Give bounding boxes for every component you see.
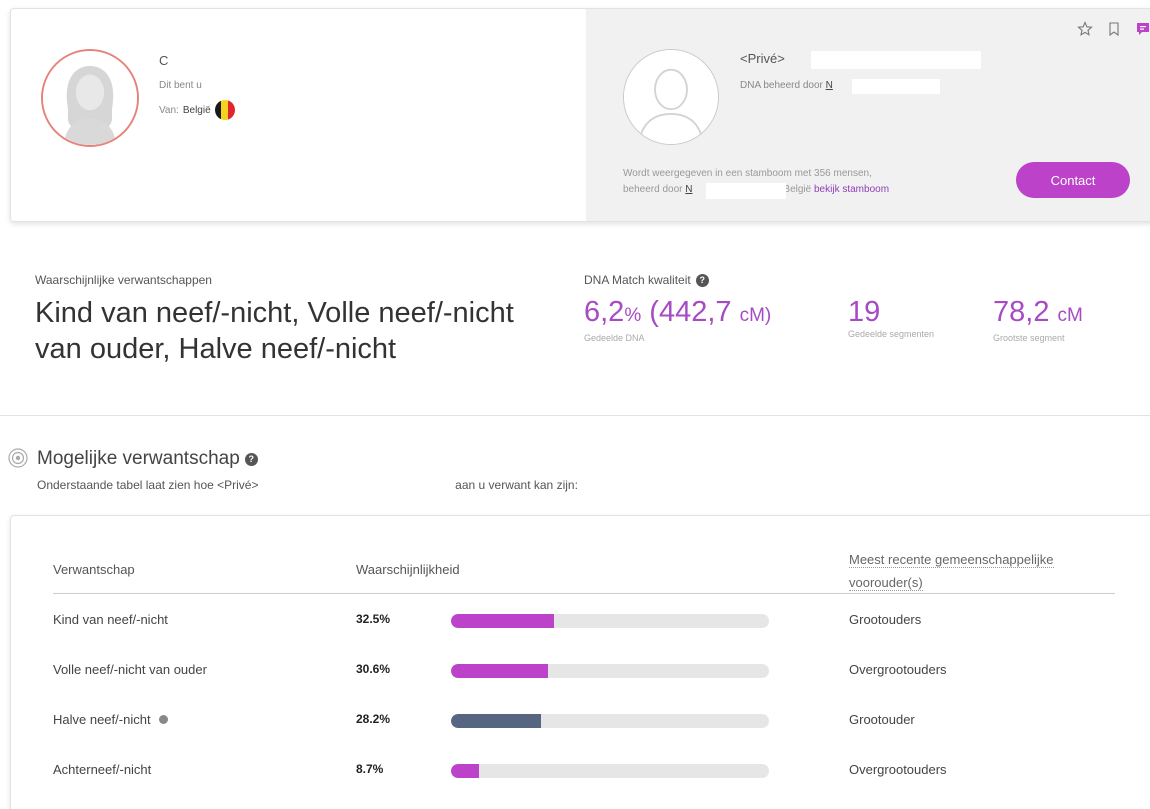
shared-dna-cm: (442,7 [649, 296, 732, 328]
probability-bar-fill [451, 664, 549, 678]
row-relationship: Halve neef/-nicht [53, 712, 168, 727]
table-row: Kind van neef/-nicht 32.5% Grootouders [11, 612, 1141, 662]
shared-dna-percent-unit: % [624, 305, 642, 326]
match-header-card: C Dit bent u Van: België <Privé> DNA beh… [10, 8, 1150, 222]
shared-dna-stat: 6,2% (442,7 cM) Gedeelde DNA [584, 296, 771, 343]
probability-bar-fill [451, 614, 555, 628]
column-header-probability: Waarschijnlijkheid [356, 562, 460, 577]
tree-info-line2: beheerd door N uit België bekijk stamboo… [623, 182, 953, 198]
self-avatar [41, 49, 139, 147]
header-divider [53, 593, 1115, 594]
self-origin: Van: België [159, 100, 235, 120]
self-name: C [159, 53, 169, 68]
info-icon[interactable] [158, 715, 168, 724]
probability-bar [451, 714, 769, 728]
largest-segment-value: 78,2 [993, 296, 1050, 328]
probability-bar-fill [451, 714, 541, 728]
female-avatar-icon [43, 51, 137, 145]
view-tree-link[interactable]: bekijk stamboom [814, 184, 889, 195]
shared-segments-stat: 19 Gedeelde segmenten [848, 296, 934, 339]
shared-segments-caption: Gedeelde segmenten [848, 329, 935, 339]
column-header-relationship: Verwantschap [53, 562, 135, 577]
redacted-tree-owner [706, 183, 786, 199]
row-ancestor: Overgrootouders [849, 762, 947, 777]
row-ancestor: Overgrootouders [849, 662, 947, 677]
tree-info: Wordt weergegeven in een stamboom met 35… [623, 166, 953, 198]
dna-match-quality-label: DNA Match kwaliteit ? [584, 273, 709, 287]
bookmark-icon[interactable] [1106, 21, 1122, 37]
row-probability: 30.6% [356, 662, 391, 676]
match-actions [1077, 21, 1150, 37]
row-probability: 32.5% [356, 612, 391, 626]
help-icon[interactable]: ? [695, 273, 709, 287]
redacted-self-name [201, 53, 243, 67]
tree-owner-name[interactable]: N [685, 184, 692, 195]
tree-owner-label: beheerd door [623, 184, 683, 195]
shared-dna-cm-unit: cM) [739, 305, 772, 326]
largest-segment-caption: Grootste segment [993, 333, 1065, 343]
probability-bar [451, 614, 769, 628]
match-name[interactable]: <Privé> [740, 51, 785, 66]
shared-dna-percent: 6,2 [584, 296, 625, 328]
match-manager: DNA beheerd door N [740, 80, 833, 91]
row-relationship: Achterneef/-nicht [53, 762, 152, 777]
likely-relationships-title: Kind van neef/-nicht, Volle neef/-nicht … [35, 297, 514, 365]
match-avatar[interactable] [623, 49, 719, 145]
column-header-ancestor[interactable]: Meest recente gemeenschappelijke vooroud… [849, 548, 1054, 594]
shared-segments-value: 19 [848, 296, 881, 328]
target-icon [8, 448, 28, 468]
row-probability: 28.2% [356, 712, 391, 726]
possible-relationship-subtitle: Onderstaande tabel laat zien hoe <Privé>… [37, 478, 578, 492]
redacted-manager [852, 79, 940, 94]
chat-icon[interactable] [1135, 21, 1150, 37]
redacted-match-name [811, 51, 981, 69]
largest-segment-stat: 78,2 cM Grootste segment [993, 296, 1083, 343]
likely-relationships-label: Waarschijnlijke verwantschappen [35, 273, 212, 287]
tree-info-line1: Wordt weergegeven in een stamboom met 35… [623, 168, 872, 179]
relationship-table: Verwantschap Waarschijnlijkheid Meest re… [10, 515, 1150, 809]
row-ancestor: Grootouder [849, 712, 915, 727]
possible-relationship-title: Mogelijke verwantschap ? [37, 448, 258, 470]
managed-by-label: DNA beheerd door [740, 80, 823, 91]
probability-bar [451, 764, 769, 778]
row-probability: 8.7% [356, 762, 384, 776]
person-avatar-icon [624, 50, 718, 144]
contact-button[interactable]: Contact [1016, 162, 1130, 198]
origin-country: België [182, 104, 211, 116]
table-row: Halve neef/-nicht 28.2% Grootouder [11, 712, 1141, 762]
match-panel: <Privé> DNA beheerd door N Wordt weergeg… [586, 9, 1150, 221]
row-relationship: Kind van neef/-nicht [53, 612, 168, 627]
self-subtitle: Dit bent u [159, 80, 202, 91]
help-icon[interactable]: ? [244, 452, 258, 466]
largest-segment-unit: cM [1057, 305, 1083, 326]
manager-name[interactable]: N [826, 80, 833, 91]
star-icon[interactable] [1077, 21, 1093, 37]
belgium-flag-icon [214, 100, 235, 120]
section-divider [0, 415, 1150, 416]
probability-bar [451, 664, 769, 678]
row-ancestor: Grootouders [849, 612, 922, 627]
shared-dna-caption: Gedeelde DNA [584, 333, 645, 343]
table-row: Volle neef/-nicht van ouder 30.6% Overgr… [11, 662, 1141, 712]
table-row: Achterneef/-nicht 8.7% Overgrootouders [11, 762, 1141, 809]
self-panel: C Dit bent u Van: België [11, 9, 586, 221]
origin-label: Van: [159, 104, 179, 116]
probability-bar-fill [451, 764, 479, 778]
row-relationship: Volle neef/-nicht van ouder [53, 662, 207, 677]
